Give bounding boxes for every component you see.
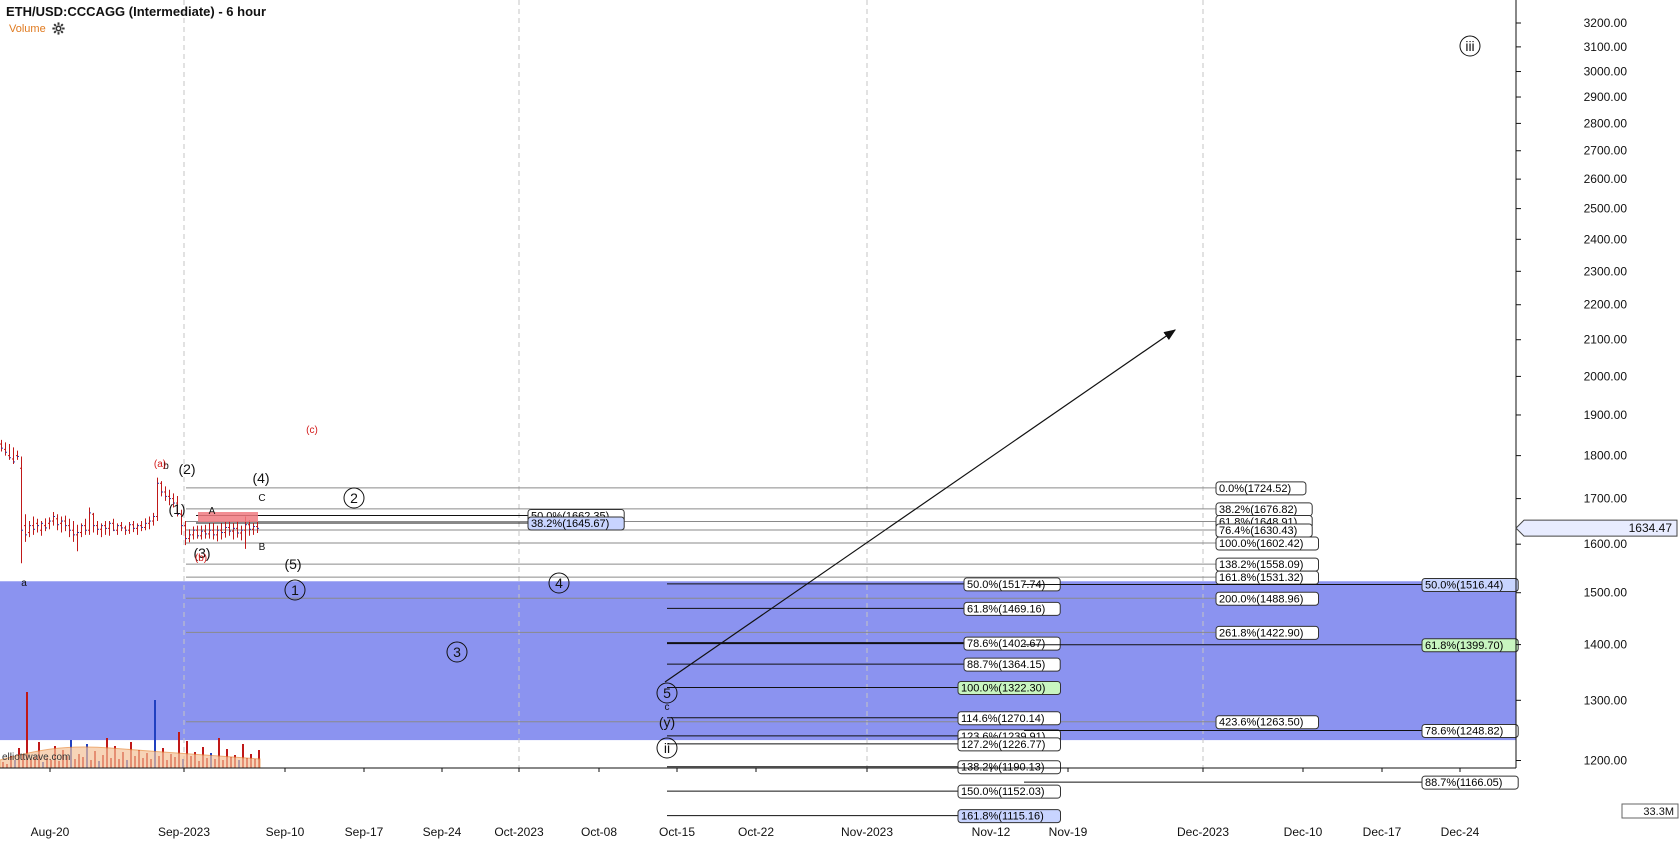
time-tick-label: Nov-19 <box>1049 825 1088 839</box>
fib-label: 127.2%(1226.77) <box>961 739 1045 751</box>
price-tick-label: 1900.00 <box>1584 408 1628 422</box>
wave-label: a <box>21 578 27 589</box>
wave-label: (2) <box>178 461 195 477</box>
time-tick-label: Nov-2023 <box>841 825 893 839</box>
wave-label: (1) <box>168 501 185 517</box>
price-tick-label: 2800.00 <box>1584 116 1628 130</box>
fib-label: 76.4%(1630.43) <box>1219 525 1297 537</box>
price-tick-label: 2100.00 <box>1584 333 1628 347</box>
price-tick-label: 2000.00 <box>1584 369 1628 383</box>
price-tick-label: 2400.00 <box>1584 232 1628 246</box>
price-tick-label: 1400.00 <box>1584 638 1628 652</box>
volume-indicator-row: Volume <box>9 22 65 35</box>
time-tick-label: Oct-2023 <box>494 825 544 839</box>
price-tick-label: 2700.00 <box>1584 144 1628 158</box>
wave-label: C <box>258 493 265 504</box>
price-tick-label: 3000.00 <box>1584 65 1628 79</box>
fib-label: 38.2%(1645.67) <box>531 518 609 530</box>
wave-label-circled: 4 <box>555 575 563 591</box>
wave-label-circled: ii <box>664 740 670 756</box>
price-tick-label: 1600.00 <box>1584 537 1628 551</box>
time-tick-label: Oct-22 <box>738 825 774 839</box>
fib-label: 150.0%(1152.03) <box>961 786 1045 798</box>
chart-title: ETH/USD:CCCAGG (Intermediate) - 6 hour <box>6 4 267 19</box>
fib-label: 61.8%(1399.70) <box>1425 640 1503 652</box>
fib-label: 100.0%(1322.30) <box>961 683 1045 695</box>
time-tick-label: Oct-15 <box>659 825 695 839</box>
price-bars <box>0 439 259 564</box>
wave-label: c <box>665 702 670 713</box>
time-tick-label: Sep-10 <box>266 825 305 839</box>
wave-label-circled: iii <box>1465 38 1474 54</box>
price-tick-label: 3200.00 <box>1584 16 1628 30</box>
current-price-label: 1634.47 <box>1629 521 1673 535</box>
fib-label: 138.2%(1558.09) <box>1219 559 1303 571</box>
fib-label: 0.0%(1724.52) <box>1219 483 1291 495</box>
fib-label: 114.6%(1270.14) <box>961 713 1045 725</box>
price-chart[interactable]: 0.0%(1724.52)38.2%(1676.82)61.8%(1648.91… <box>0 0 1680 841</box>
wave-label-circled: 5 <box>663 685 671 701</box>
fib-label: 38.2%(1676.82) <box>1219 504 1297 516</box>
price-tick-label: 2900.00 <box>1584 90 1628 104</box>
wave-label-red: (b) <box>195 553 207 564</box>
volume-max-label: 33.3M <box>1643 806 1674 818</box>
fib-label: 161.8%(1531.32) <box>1219 572 1303 584</box>
wave-label-circled: 2 <box>350 490 358 506</box>
fib-label: 100.0%(1602.42) <box>1219 538 1303 550</box>
wave-label-circled: 1 <box>291 582 299 598</box>
price-tick-label: 3100.00 <box>1584 40 1628 54</box>
wave-label-red: (a) <box>154 459 166 470</box>
wave-label-red: (c) <box>306 425 318 436</box>
wave-label: (y) <box>659 714 675 730</box>
time-tick-label: Dec-17 <box>1363 825 1402 839</box>
fib-label: 200.0%(1488.96) <box>1219 593 1303 605</box>
wave-label-circled: 3 <box>453 644 461 660</box>
price-tick-label: 1500.00 <box>1584 586 1628 600</box>
fib-label: 78.6%(1402.67) <box>967 638 1045 650</box>
time-tick-label: Dec-24 <box>1441 825 1480 839</box>
price-tick-label: 2200.00 <box>1584 298 1628 312</box>
price-tick-label: 1700.00 <box>1584 492 1628 506</box>
price-tick-label: 1300.00 <box>1584 693 1628 707</box>
price-tick-label: 2500.00 <box>1584 202 1628 216</box>
fib-label: 61.8%(1469.16) <box>967 603 1045 615</box>
fib-label: 50.0%(1516.44) <box>1425 580 1503 592</box>
time-tick-label: Sep-24 <box>423 825 462 839</box>
price-tick-label: 1800.00 <box>1584 449 1628 463</box>
fib-label: 78.6%(1248.82) <box>1425 726 1503 738</box>
fib-label: 161.8%(1115.16) <box>961 811 1044 823</box>
wave-label: (4) <box>252 470 269 486</box>
time-tick-label: Nov-12 <box>972 825 1011 839</box>
volume-label: Volume <box>9 22 46 35</box>
time-tick-label: Sep-2023 <box>158 825 210 839</box>
wave-label: B <box>259 542 266 553</box>
watermark: elliottwave.com <box>2 752 70 763</box>
fib-label: 88.7%(1364.15) <box>967 659 1045 671</box>
price-tick-label: 2300.00 <box>1584 264 1628 278</box>
price-tick-label: 2600.00 <box>1584 172 1628 186</box>
fib-label: 88.7%(1166.05) <box>1425 777 1502 789</box>
highlight-box <box>198 511 258 522</box>
gear-icon[interactable] <box>52 22 65 35</box>
time-tick-label: Aug-20 <box>31 825 70 839</box>
time-tick-label: Dec-2023 <box>1177 825 1229 839</box>
time-tick-label: Dec-10 <box>1284 825 1323 839</box>
fib-label: 261.8%(1422.90) <box>1219 627 1303 639</box>
price-tick-label: 1200.00 <box>1584 754 1628 768</box>
fib-label: 423.6%(1263.50) <box>1219 717 1303 729</box>
wave-label: A <box>209 506 216 517</box>
time-tick-label: Oct-08 <box>581 825 617 839</box>
time-tick-label: Sep-17 <box>345 825 384 839</box>
wave-label: (5) <box>284 556 301 572</box>
